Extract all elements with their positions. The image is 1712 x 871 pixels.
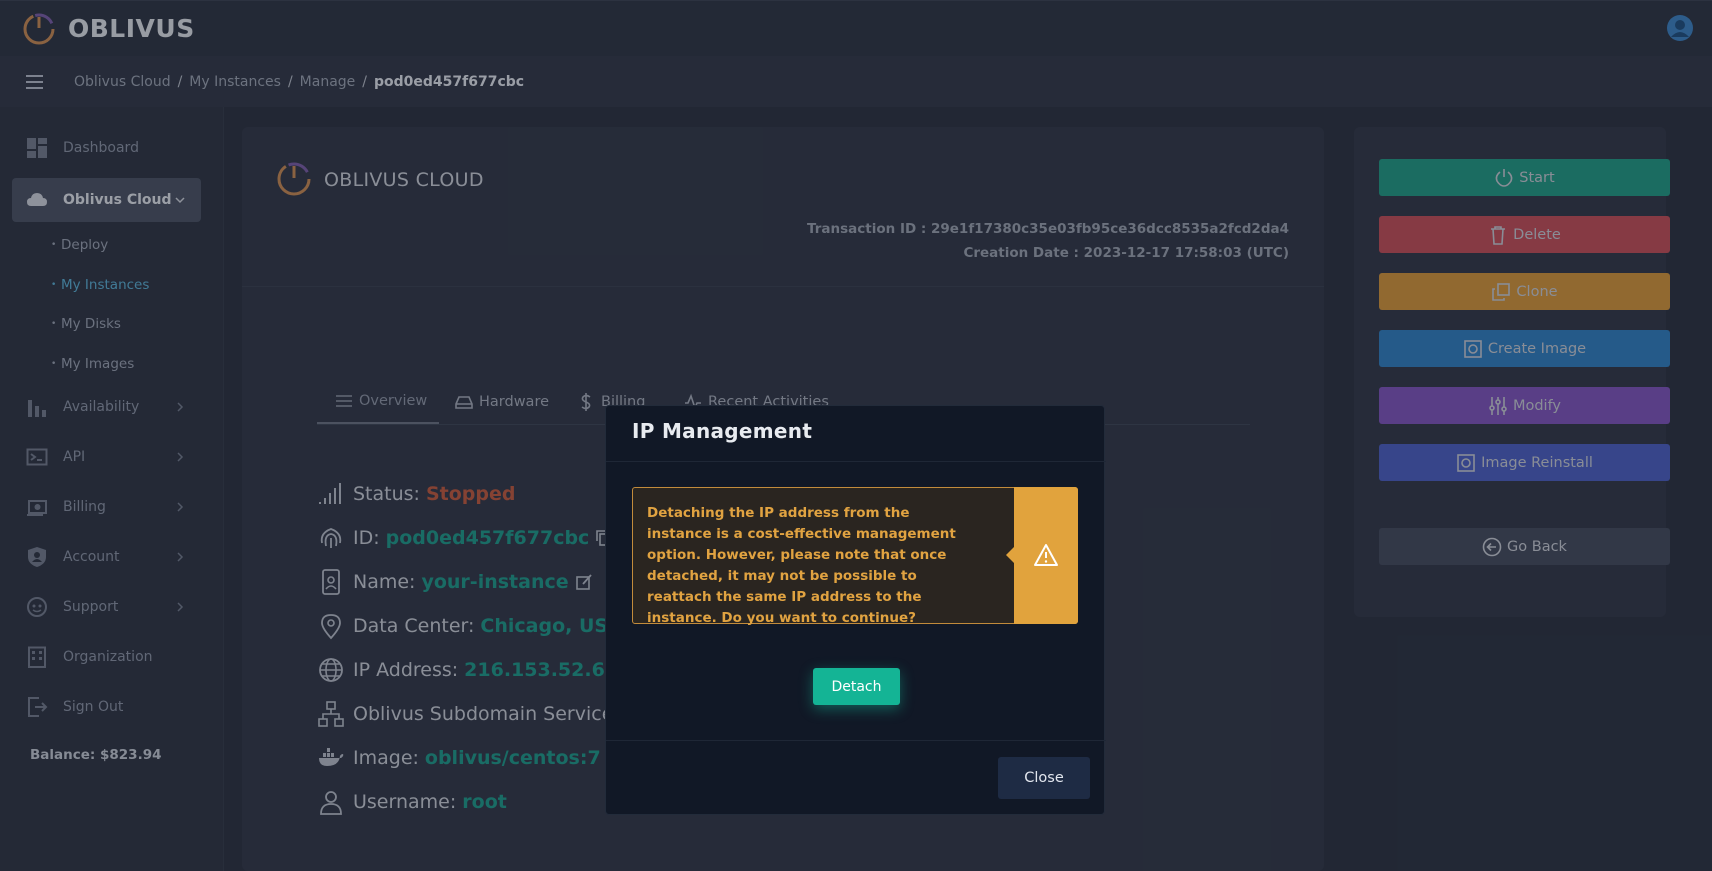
detach-button[interactable]: Detach — [813, 668, 900, 705]
modal-title: IP Management — [632, 419, 813, 443]
modal-header-divider — [606, 461, 1106, 462]
warning-triangle-icon — [1034, 544, 1058, 566]
warning-alert-side — [1006, 487, 1078, 624]
warning-alert: Detaching the IP address from the instan… — [632, 487, 1078, 626]
warning-message: Detaching the IP address from the instan… — [647, 505, 956, 626]
ip-management-modal: IP Management Detaching the IP address f… — [605, 405, 1106, 815]
close-button[interactable]: Close — [998, 757, 1090, 799]
modal-footer-divider — [606, 740, 1106, 741]
